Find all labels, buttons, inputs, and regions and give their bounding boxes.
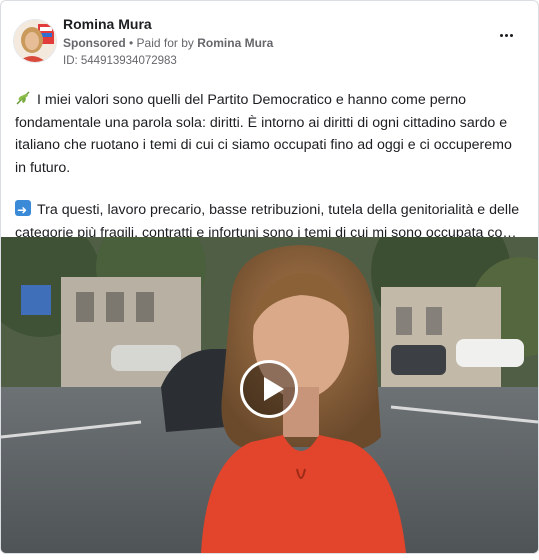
ad-card: Romina Mura Sponsored • Paid for by Romi… (0, 0, 539, 554)
avatar[interactable] (13, 19, 57, 63)
herb-emoji-icon (16, 91, 30, 105)
sponsored-label: Sponsored (63, 36, 126, 50)
author-name[interactable]: Romina Mura (63, 16, 152, 32)
paragraph-1-text: I miei valori sono quelli del Partito De… (15, 92, 512, 176)
paragraph-1: I miei valori sono quelli del Partito De… (15, 89, 524, 179)
paid-for-label: Paid for by (136, 36, 194, 50)
separator: • (125, 36, 137, 50)
post-body: I miei valori sono quelli del Partito De… (15, 89, 524, 244)
video-player[interactable] (1, 237, 538, 553)
paragraph-2-line-1: Tra questi, lavoro precario, basse retri… (37, 202, 520, 218)
play-icon[interactable] (240, 360, 298, 418)
ad-id: ID: 544913934072983 (63, 55, 177, 67)
more-options-icon[interactable] (496, 25, 516, 45)
post-header: Romina Mura Sponsored • Paid for by Romi… (13, 15, 526, 75)
right-arrow-emoji-icon (15, 199, 31, 222)
paid-for-name[interactable]: Romina Mura (197, 36, 273, 50)
sponsored-line: Sponsored • Paid for by Romina Mura (63, 36, 273, 50)
